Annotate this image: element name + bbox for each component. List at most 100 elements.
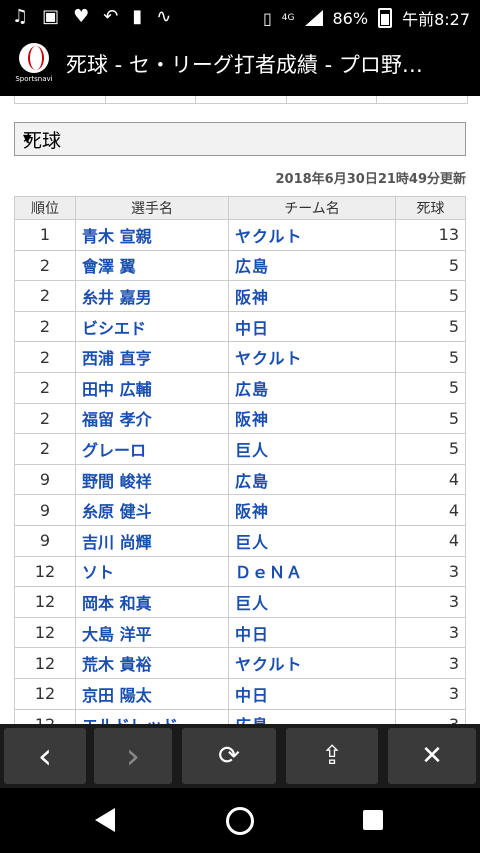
team-link[interactable]: ヤクルト	[235, 227, 303, 246]
player-link[interactable]: 荒木 貴裕	[82, 655, 152, 674]
table-header-row: 順位 選手名 チーム名 死球	[14, 196, 466, 220]
team-link[interactable]: 阪神	[235, 410, 269, 429]
table-row: 12 岡本 和真 巨人 3	[14, 586, 466, 618]
system-home-icon[interactable]	[226, 807, 254, 835]
rank-cell: 9	[14, 524, 76, 557]
team-link[interactable]: 阪神	[235, 288, 269, 307]
tab[interactable]	[15, 96, 106, 103]
player-link[interactable]: エルドレッド	[82, 716, 178, 724]
table-row: 2 糸井 嘉男 阪神 5	[14, 280, 466, 312]
team-link[interactable]: ＤｅＮＡ	[235, 563, 303, 582]
team-link[interactable]: 広島	[235, 716, 269, 724]
updated-timestamp: 2018年6月30日21時49分更新	[275, 172, 467, 187]
player-cell: 糸原 健斗	[75, 494, 229, 526]
team-link[interactable]: ヤクルト	[235, 349, 303, 368]
player-cell: 會澤 翼	[75, 249, 229, 282]
table-row: 9 吉川 尚輝 巨人 4	[14, 524, 466, 557]
player-cell: ソト	[75, 555, 229, 588]
stat-cell: 4	[395, 494, 466, 526]
rank-cell: 12	[14, 586, 76, 618]
reload-button[interactable]: ⟳	[182, 728, 276, 784]
player-cell: 吉川 尚輝	[75, 524, 229, 557]
player-link[interactable]: グレーロ	[82, 441, 146, 460]
table-row: 9 糸原 健斗 阪神 4	[14, 494, 466, 526]
stat-cell: 5	[395, 341, 466, 373]
team-cell: 中日	[228, 616, 396, 649]
player-link[interactable]: 京田 陽太	[82, 686, 152, 705]
player-link[interactable]: 福留 孝介	[82, 410, 152, 429]
network-type: 4G	[281, 13, 295, 23]
team-link[interactable]: 広島	[235, 380, 269, 399]
chevron-left-icon: ‹	[37, 735, 53, 777]
team-link[interactable]: 広島	[235, 257, 269, 276]
team-cell: ヤクルト	[228, 219, 396, 251]
player-cell: 田中 広輔	[75, 371, 229, 404]
player-cell: 野間 峻祥	[75, 463, 229, 496]
player-link[interactable]: 會澤 翼	[82, 257, 136, 276]
close-button[interactable]: ✕	[388, 728, 476, 784]
stat-cell: 4	[395, 463, 466, 496]
team-cell: 広島	[228, 371, 396, 404]
team-cell: 中日	[228, 310, 396, 343]
player-link[interactable]: 田中 広輔	[82, 380, 152, 399]
team-link[interactable]: 巨人	[235, 594, 269, 613]
back-button[interactable]: ‹	[4, 728, 86, 784]
player-link[interactable]: 青木 宣親	[82, 227, 152, 246]
team-link[interactable]: 巨人	[235, 533, 269, 552]
table-row: 2 會澤 翼 広島 5	[14, 249, 466, 282]
stat-cell: 5	[395, 402, 466, 435]
team-link[interactable]: 中日	[235, 319, 269, 338]
brand-name: Sportsnavi	[15, 75, 53, 83]
stat-cell: 5	[395, 310, 466, 343]
table-row: 12 荒木 貴裕 ヤクルト 3	[14, 647, 466, 679]
team-cell: 巨人	[228, 433, 396, 465]
player-link[interactable]: ビシエド	[82, 319, 146, 338]
team-link[interactable]: 中日	[235, 686, 269, 705]
player-link[interactable]: 野間 峻祥	[82, 472, 152, 491]
table-row: 12 京田 陽太 中日 3	[14, 677, 466, 710]
rank-cell: 2	[14, 371, 76, 404]
table-row: 2 グレーロ 巨人 5	[14, 433, 466, 465]
header-rank: 順位	[14, 196, 76, 220]
team-link[interactable]: 広島	[235, 472, 269, 491]
sportsnavi-logo: Sportsnavi	[14, 43, 54, 87]
tab[interactable]	[106, 96, 197, 103]
system-back-icon[interactable]	[95, 808, 115, 832]
tab[interactable]	[287, 96, 378, 103]
team-cell: 広島	[228, 249, 396, 282]
table-row: 12 エルドレッド 広島 3	[14, 708, 466, 724]
player-link[interactable]: 岡本 和真	[82, 594, 152, 613]
team-link[interactable]: 阪神	[235, 502, 269, 521]
player-link[interactable]: 吉川 尚輝	[82, 533, 152, 552]
player-link[interactable]: 大島 洋平	[82, 625, 152, 644]
player-link[interactable]: 糸井 嘉男	[82, 288, 152, 307]
table-row: 12 ソト ＤｅＮＡ 3	[14, 555, 466, 588]
tab[interactable]	[377, 96, 467, 103]
ranking-table: 順位 選手名 チーム名 死球 1 青木 宣親 ヤクルト 13 2 會澤 翼広島 5 2 糸井 嘉…	[14, 196, 466, 724]
battery-plus-icon: ▮	[132, 6, 143, 27]
refresh-icon: ⟳	[218, 741, 240, 771]
stat-cell: 3	[395, 616, 466, 649]
tab[interactable]	[196, 96, 287, 103]
team-cell: ＤｅＮＡ	[228, 555, 396, 588]
stat-cell: 3	[395, 677, 466, 710]
system-recents-icon[interactable]	[363, 810, 383, 830]
team-link[interactable]: 中日	[235, 625, 269, 644]
player-link[interactable]: 糸原 健斗	[82, 502, 152, 521]
player-link[interactable]: ソト	[82, 563, 114, 582]
battery-icon	[378, 8, 393, 28]
header-team: チーム名	[228, 196, 396, 220]
team-link[interactable]: 巨人	[235, 441, 269, 460]
player-cell: 福留 孝介	[75, 402, 229, 435]
stat-cell: 3	[395, 708, 466, 724]
player-link[interactable]: 西浦 直亨	[82, 349, 152, 368]
stat-category-select[interactable]: 死球 ▼	[14, 122, 466, 156]
forward-button[interactable]: ›	[94, 728, 172, 784]
team-cell: ヤクルト	[228, 341, 396, 373]
table-row: 9 野間 峻祥 広島 4	[14, 463, 466, 496]
rank-cell: 2	[14, 341, 76, 373]
team-link[interactable]: ヤクルト	[235, 655, 303, 674]
stat-cell: 4	[395, 524, 466, 557]
share-button[interactable]: ⇪	[286, 728, 378, 784]
tab-strip	[14, 96, 468, 104]
